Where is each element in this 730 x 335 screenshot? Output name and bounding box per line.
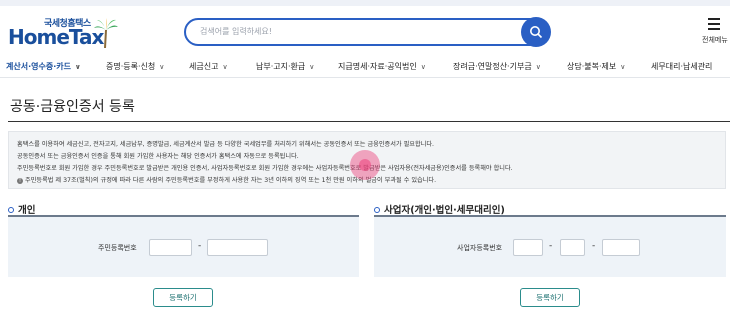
nav-item-payment[interactable]: 납부·고지·환급 ∨ (256, 61, 314, 72)
chevron-down-icon: ∨ (420, 63, 426, 71)
chevron-down-icon: ∨ (222, 63, 228, 71)
info-line: 주민등록번호로 회원 가입한 경우 주민등록번호로 발급받은 개인용 인증서, … (17, 165, 513, 172)
dash-separator: - (549, 241, 553, 251)
business-number-last-input[interactable] (602, 239, 640, 256)
personal-section-title: 개인 (8, 202, 35, 216)
chevron-down-icon: ∨ (620, 63, 626, 71)
title-divider (8, 121, 730, 122)
search-icon (530, 26, 543, 39)
hamburger-icon (708, 18, 720, 33)
click-indicator (350, 150, 380, 180)
nav-item-tax-report[interactable]: 세금신고 ∨ (189, 61, 228, 72)
search-button[interactable] (521, 17, 551, 47)
business-number-label: 사업자등록번호 (457, 244, 503, 252)
nav-item-incentives[interactable]: 장려금·연말정산·기부금 ∨ (453, 61, 541, 72)
nav-label: 증명·등록·신청 (106, 62, 156, 71)
dash-separator: - (198, 241, 202, 251)
nav-label: 납부·고지·환급 (256, 62, 306, 71)
chevron-down-icon: ∨ (309, 63, 315, 71)
dash-separator: - (592, 241, 596, 251)
business-panel: 사업자등록번호 - - (374, 215, 726, 277)
nav-item-tax-agent[interactable]: 세무대리·납세관리 (651, 61, 712, 72)
nav-item-certificates[interactable]: 증명·등록·신청 ∨ (106, 61, 164, 72)
warning-icon: ! (17, 178, 23, 184)
all-menu-label: 전체메뉴 (702, 36, 728, 44)
logo-text: HomeTax (8, 25, 104, 49)
search-input[interactable]: 검색어를 입력하세요! (200, 26, 272, 37)
nav-label: 지급명세·자료·공익법인 (338, 62, 417, 71)
personal-panel: 주민등록번호 - (8, 215, 359, 277)
nav-label: 세금신고 (189, 62, 219, 71)
business-number-middle-input[interactable] (560, 239, 585, 256)
chevron-down-icon: ∨ (535, 63, 541, 71)
resident-number-label: 주민등록번호 (98, 244, 137, 252)
info-line: 공동인증서 또는 금융인증서 인증을 통해 회원 가입한 사용자는 해당 인증서… (17, 153, 299, 160)
search-bar[interactable]: 검색어를 입력하세요! (184, 17, 551, 47)
nav-item-consulting[interactable]: 상담·불복·제보 ∨ (567, 61, 625, 72)
personal-register-button[interactable]: 등록하기 (153, 288, 213, 307)
resident-number-front-input[interactable] (149, 239, 192, 256)
all-menu-button[interactable]: 전체메뉴 (698, 18, 728, 48)
business-section-title: 사업자(개인·법인·세무대리인) (374, 202, 505, 216)
nav-label: 상담·불복·제보 (567, 62, 617, 71)
info-line: 홈택스를 이용하여 세금신고, 전자고지, 세금납부, 증명발급, 세금계산서 … (17, 141, 435, 148)
resident-number-back-input[interactable] (207, 239, 268, 256)
palm-tree-icon (94, 18, 118, 48)
business-register-button[interactable]: 등록하기 (520, 288, 580, 307)
nav-label: 장려금·연말정산·기부금 (453, 62, 532, 71)
business-number-first-input[interactable] (513, 239, 543, 256)
page-title: 공동·금융인증서 등록 (10, 99, 135, 115)
chevron-down-icon: ∨ (159, 63, 165, 71)
hometax-logo[interactable]: 국세청홈택스 HomeTax (8, 16, 118, 49)
chevron-down-icon: ∨ (74, 63, 81, 71)
bullet-icon (374, 207, 380, 213)
nav-label: 세무대리·납세관리 (651, 62, 713, 71)
bullet-icon (8, 207, 14, 213)
nav-label: 계산서·영수증·카드 (6, 62, 71, 71)
nav-item-receipts[interactable]: 계산서·영수증·카드 ∨ (6, 61, 81, 72)
top-strip (0, 0, 730, 6)
info-warning-text: 주민등록법 제 37조(벌칙)의 규정에 따라 다른 사람의 주민등록번호를 부… (25, 177, 437, 184)
nav-item-statements[interactable]: 지급명세·자료·공익법인 ∨ (338, 61, 426, 72)
main-nav: 계산서·영수증·카드 ∨ 증명·등록·신청 ∨ 세금신고 ∨ 납부·고지·환급 ∨ 지급… (0, 58, 730, 78)
